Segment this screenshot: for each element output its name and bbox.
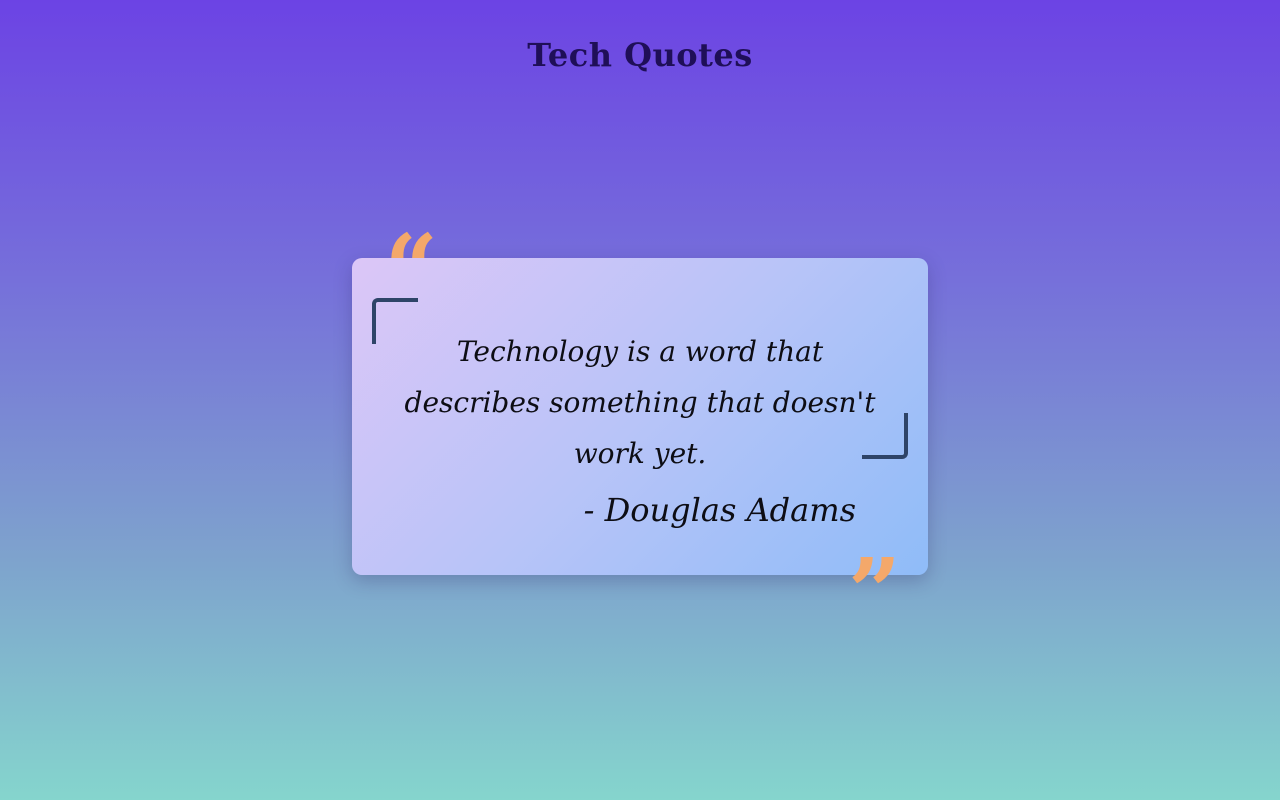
quote-card: Technology is a word that describes some… <box>352 258 928 575</box>
page-title: Tech Quotes <box>527 36 753 74</box>
quote-author: - Douglas Adams <box>583 491 856 529</box>
quote-text: Technology is a word that describes some… <box>404 335 876 470</box>
closing-quote-icon: ” <box>848 538 901 646</box>
opening-quote-icon: “ <box>385 214 438 322</box>
